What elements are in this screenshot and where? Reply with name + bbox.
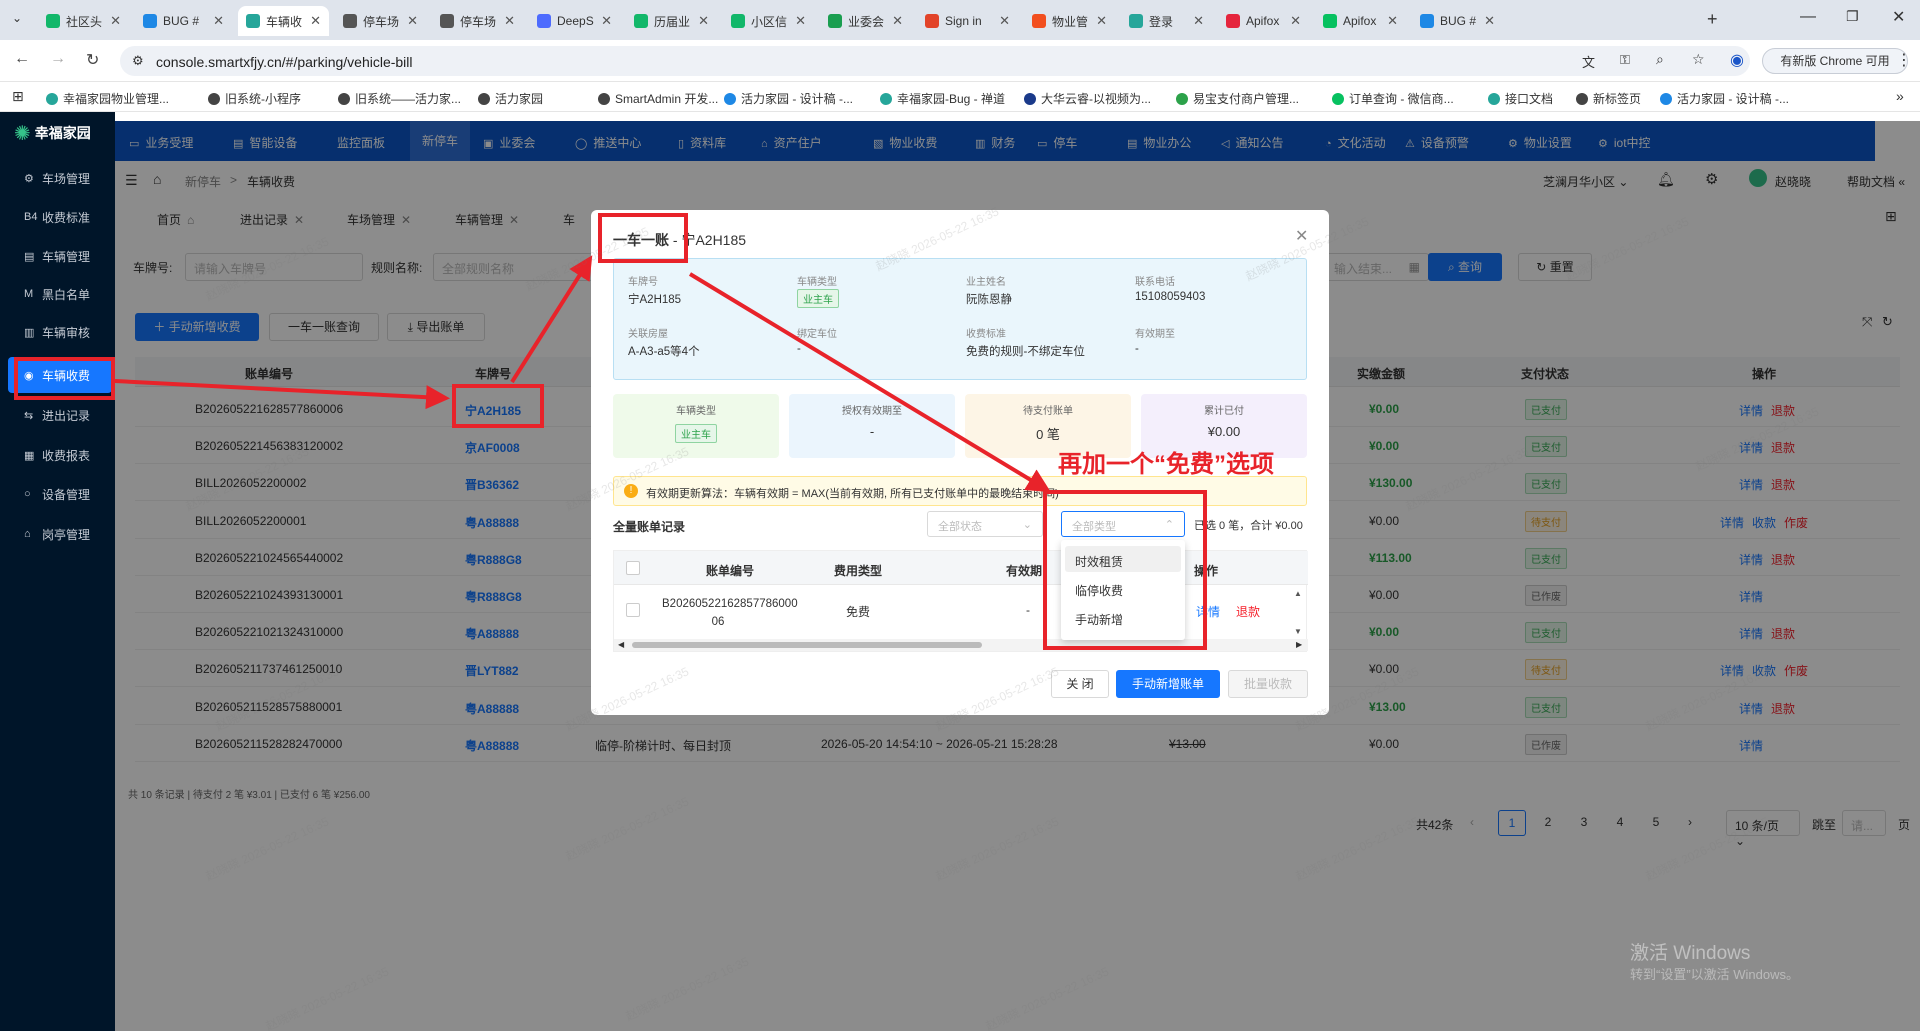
arrow-title-to-dropdown xyxy=(688,272,1051,493)
arrow-sidebar-to-plate xyxy=(114,379,450,410)
annotation-arrows xyxy=(114,255,1051,493)
